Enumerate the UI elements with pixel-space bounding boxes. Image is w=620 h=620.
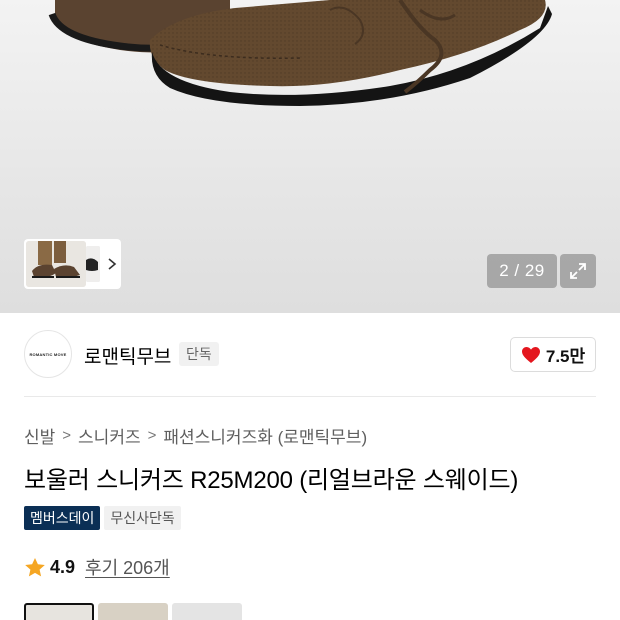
swatch-option[interactable] <box>98 603 168 620</box>
thumbnail-image[interactable] <box>86 246 100 282</box>
rating-score: 4.9 <box>50 556 76 577</box>
swatch-option[interactable] <box>172 603 242 620</box>
image-counter: 2 / 29 <box>487 254 557 288</box>
exclusive-badge: 단독 <box>179 342 219 366</box>
product-tags: 멤버스데이 무신사단독 <box>24 506 181 530</box>
breadcrumb-item[interactable]: 패션스니커즈화 (로맨틱무브) <box>163 423 367 448</box>
members-day-tag: 멤버스데이 <box>24 506 101 530</box>
divider <box>24 396 596 397</box>
review-link[interactable]: 후기 206개 <box>85 554 170 580</box>
expand-icon <box>570 263 586 279</box>
exclusive-tag: 무신사단독 <box>104 506 181 530</box>
expand-button[interactable] <box>560 254 596 288</box>
brand-logo-text: ROMANTIC MOVE <box>29 351 67 357</box>
thumbnail-strip[interactable] <box>24 239 121 289</box>
brand-row: ROMANTIC MOVE 로맨틱무브 단독 7.5만 <box>24 330 596 378</box>
like-count: 7.5만 <box>545 347 586 366</box>
option-swatches <box>24 603 242 620</box>
heart-icon <box>521 346 540 363</box>
chevron-right-icon: > <box>147 427 157 444</box>
brand-logo[interactable]: ROMANTIC MOVE <box>24 330 72 378</box>
rating-row: 4.9 후기 206개 <box>24 554 170 580</box>
breadcrumb: 신발 > 스니커즈 > 패션스니커즈화 (로맨틱무브) <box>24 423 367 448</box>
chevron-right-icon[interactable] <box>106 257 118 271</box>
star-icon <box>25 557 45 576</box>
chevron-right-icon: > <box>62 427 72 444</box>
breadcrumb-item[interactable]: 신발 <box>24 423 55 448</box>
brand-name[interactable]: 로맨틱무브 <box>84 342 171 369</box>
product-title: 보울러 스니커즈 R25M200 (리얼브라운 스웨이드) <box>24 467 519 494</box>
breadcrumb-item[interactable]: 스니커즈 <box>78 423 141 448</box>
like-button[interactable]: 7.5만 <box>510 337 596 372</box>
swatch-option[interactable] <box>24 603 94 620</box>
product-image-gallery[interactable]: 2 / 29 <box>0 0 620 313</box>
thumbnail-image[interactable] <box>26 241 86 287</box>
